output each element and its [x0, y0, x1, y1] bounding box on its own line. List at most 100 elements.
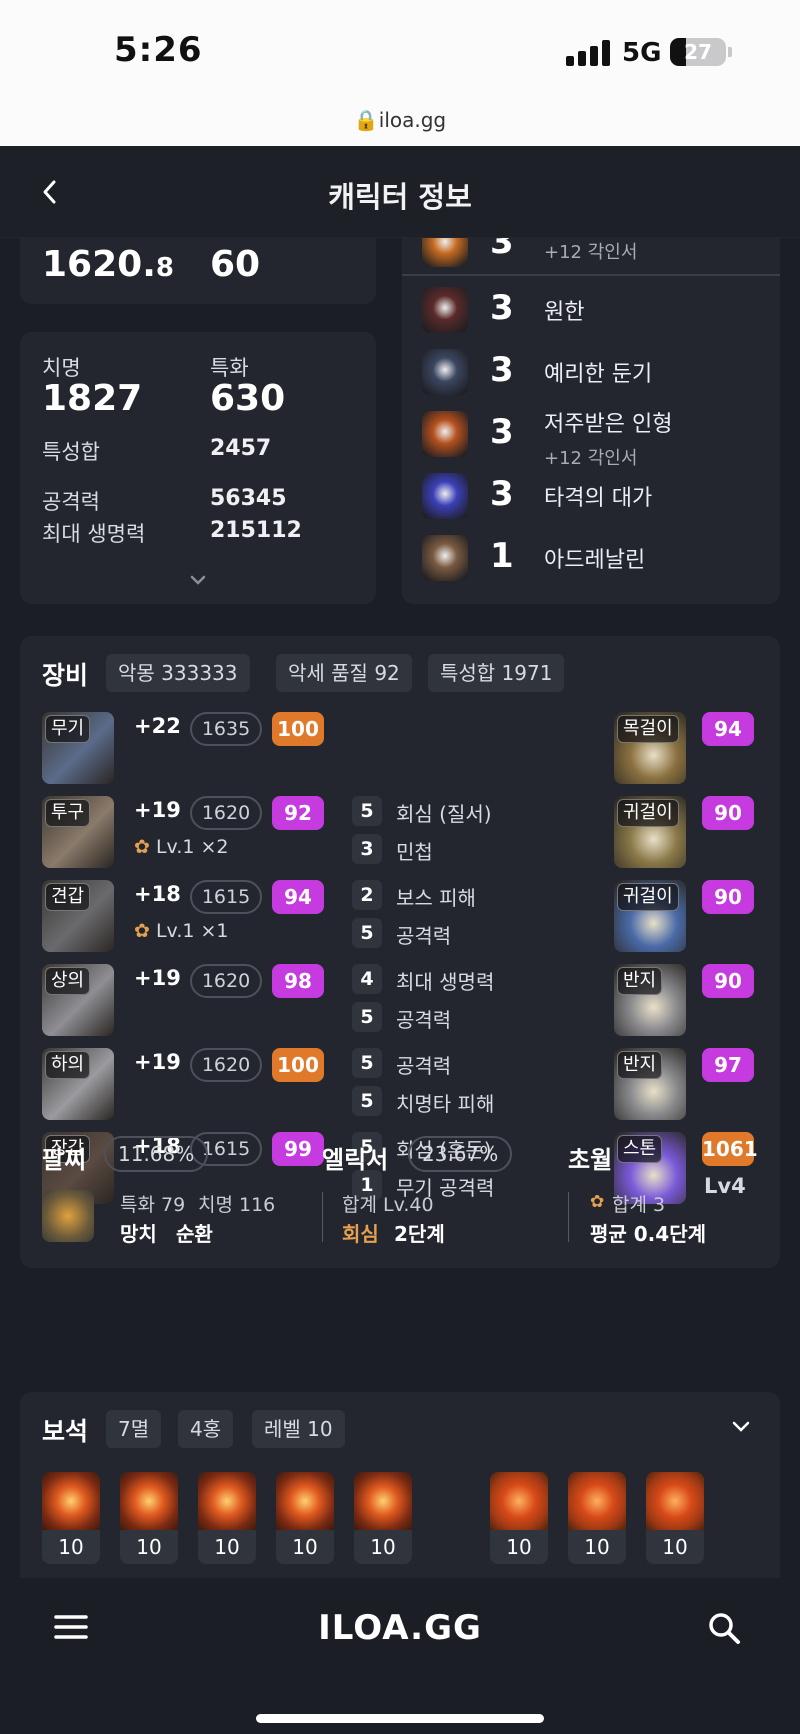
gem-bloom[interactable]: 10: [490, 1472, 548, 1564]
gem-icon: [42, 1472, 100, 1530]
hp-label: 최대 생명력: [42, 522, 146, 546]
engraving-name: 예리한 둔기: [544, 362, 653, 387]
site-logo[interactable]: ILOA.GG: [0, 1608, 800, 1648]
engraving-name: 원한: [544, 300, 585, 325]
armor-slot-label: 무기: [45, 715, 91, 743]
gem-icon: [120, 1472, 178, 1530]
option-level: 5: [352, 1048, 382, 1078]
engraving-level: 3: [490, 288, 514, 328]
armor-quality: 94: [272, 880, 324, 914]
armor-upgrade: +19: [134, 798, 181, 822]
expand-chevron-icon[interactable]: [190, 574, 206, 586]
signal-icon: [566, 40, 610, 66]
option-name: 민첩: [396, 840, 433, 864]
armor-upgrade: +22: [134, 714, 181, 738]
engraving-level: 3: [490, 412, 514, 452]
armor-transcend: ✿ Lv.1 ×2: [134, 836, 229, 858]
gem-doom[interactable]: 10: [42, 1472, 100, 1564]
accessory-slot-label: 반지: [617, 967, 663, 995]
bracelet-stat-1: 특화 79: [120, 1194, 186, 1216]
app-header: 캐릭터 정보: [0, 146, 800, 238]
gem-level: 10: [490, 1530, 548, 1564]
option-name: 공격력: [396, 924, 452, 948]
option-level: 3: [352, 834, 382, 864]
gem-level: 10: [42, 1530, 100, 1564]
option-name: 치명타 피해: [396, 1092, 495, 1116]
gem-chip-doom: 7멸: [106, 1410, 162, 1448]
bracelet-percent: 11.68%: [104, 1136, 209, 1172]
attack-label: 공격력: [42, 490, 100, 514]
engraving-icon: [422, 411, 468, 457]
bracelet-stat-2: 치명 116: [198, 1194, 276, 1216]
bracelet-effect-2: 순환: [176, 1222, 213, 1246]
stat-sum-label: 특성합: [42, 440, 100, 464]
stat-sum-value: 2457: [210, 436, 272, 461]
gem-doom[interactable]: 10: [354, 1472, 412, 1564]
accessory-quality: 90: [702, 880, 754, 914]
url-bar[interactable]: 🔒iloa.gg: [0, 108, 800, 132]
chevron-down-icon[interactable]: [732, 1420, 750, 1434]
armor-quality: 98: [272, 964, 324, 998]
item-level-card: 1620.8 60: [20, 238, 376, 304]
gem-level: 10: [198, 1530, 256, 1564]
accessory-icon: 반지: [614, 1048, 686, 1120]
engraving-book: +12 각인서: [544, 242, 638, 263]
gem-icon: [198, 1472, 256, 1530]
url-text: iloa.gg: [378, 108, 447, 132]
accessory-icon: 귀걸이: [614, 880, 686, 952]
engravings-card: 3 +12 각인서 3 원한 3 예리한 둔기 3 저주받은 인형 +12 각인서 3 타격의 대가…: [402, 238, 780, 604]
gem-level: 10: [354, 1530, 412, 1564]
content-area[interactable]: 1620.8 60 치명 1827 특화 630 특성합 2457 공격력 56…: [0, 238, 800, 1578]
crit-value: 1827: [42, 378, 143, 419]
gem-bloom[interactable]: 10: [568, 1472, 626, 1564]
engraving-row[interactable]: 3 저주받은 인형 +12 각인서: [422, 408, 782, 469]
engraving-icon: [422, 473, 468, 519]
engraving-icon: [422, 349, 468, 395]
engraving-row[interactable]: 3 타격의 대가: [422, 470, 782, 522]
engraving-name: 저주받은 인형: [544, 412, 673, 437]
armor-item-level: 1620: [190, 796, 262, 830]
armor-slot-label: 투구: [45, 799, 91, 827]
armor-upgrade: +19: [134, 1050, 181, 1074]
home-indicator[interactable]: [256, 1714, 544, 1723]
gem-bloom[interactable]: 10: [646, 1472, 704, 1564]
equipment-summary: 팔찌 11.68% 엘릭서 23.67% 초월 특화 79 치명 116 망치 …: [20, 1136, 780, 1268]
gem-level: 10: [646, 1530, 704, 1564]
option-level: 4: [352, 964, 382, 994]
search-button[interactable]: [706, 1610, 746, 1650]
armor-quality: 92: [272, 796, 324, 830]
battery-cap: [728, 47, 732, 57]
engraving-row[interactable]: 1 아드레날린: [422, 532, 782, 584]
option-name: 보스 피해: [396, 886, 476, 910]
engraving-level: 3: [490, 238, 514, 262]
option-level: 5: [352, 1086, 382, 1116]
character-level-value: 60: [210, 244, 261, 285]
option-level: 2: [352, 880, 382, 910]
gem-icon: [354, 1472, 412, 1530]
engraving-row[interactable]: 3 예리한 둔기: [422, 346, 782, 398]
gem-doom[interactable]: 10: [198, 1472, 256, 1564]
bracelet-effect-1: 망치: [120, 1222, 157, 1246]
network-type: 5G: [622, 38, 662, 68]
armor-item-level: 1635: [190, 712, 262, 746]
gem-icon: [646, 1472, 704, 1530]
engraving-icon: [422, 238, 468, 267]
accessory-slot-label: 귀걸이: [617, 883, 679, 911]
armor-icon: 무기: [42, 712, 114, 784]
engraving-row[interactable]: 3 +12 각인서: [422, 238, 782, 270]
gems-card: 보석 7멸 4홍 레벨 10 10 10 10 10 10 10 10 10: [20, 1392, 780, 1578]
page-title: 캐릭터 정보: [328, 180, 472, 214]
armor-item-level: 1620: [190, 964, 262, 998]
battery-level: 27: [684, 40, 712, 64]
option-name: 공격력: [396, 1008, 452, 1032]
gem-doom[interactable]: 10: [276, 1472, 334, 1564]
option-name: 공격력: [396, 1054, 452, 1078]
clock: 5:26: [114, 30, 203, 70]
gem-chip-level: 레벨 10: [252, 1410, 345, 1448]
accessory-icon: 목걸이: [614, 712, 686, 784]
gem-icon: [490, 1472, 548, 1530]
engraving-row[interactable]: 3 원한: [422, 284, 782, 336]
armor-quality: 100: [272, 1048, 324, 1082]
status-bar: 5:26 5G 27 🔒iloa.gg: [0, 0, 800, 146]
gem-doom[interactable]: 10: [120, 1472, 178, 1564]
